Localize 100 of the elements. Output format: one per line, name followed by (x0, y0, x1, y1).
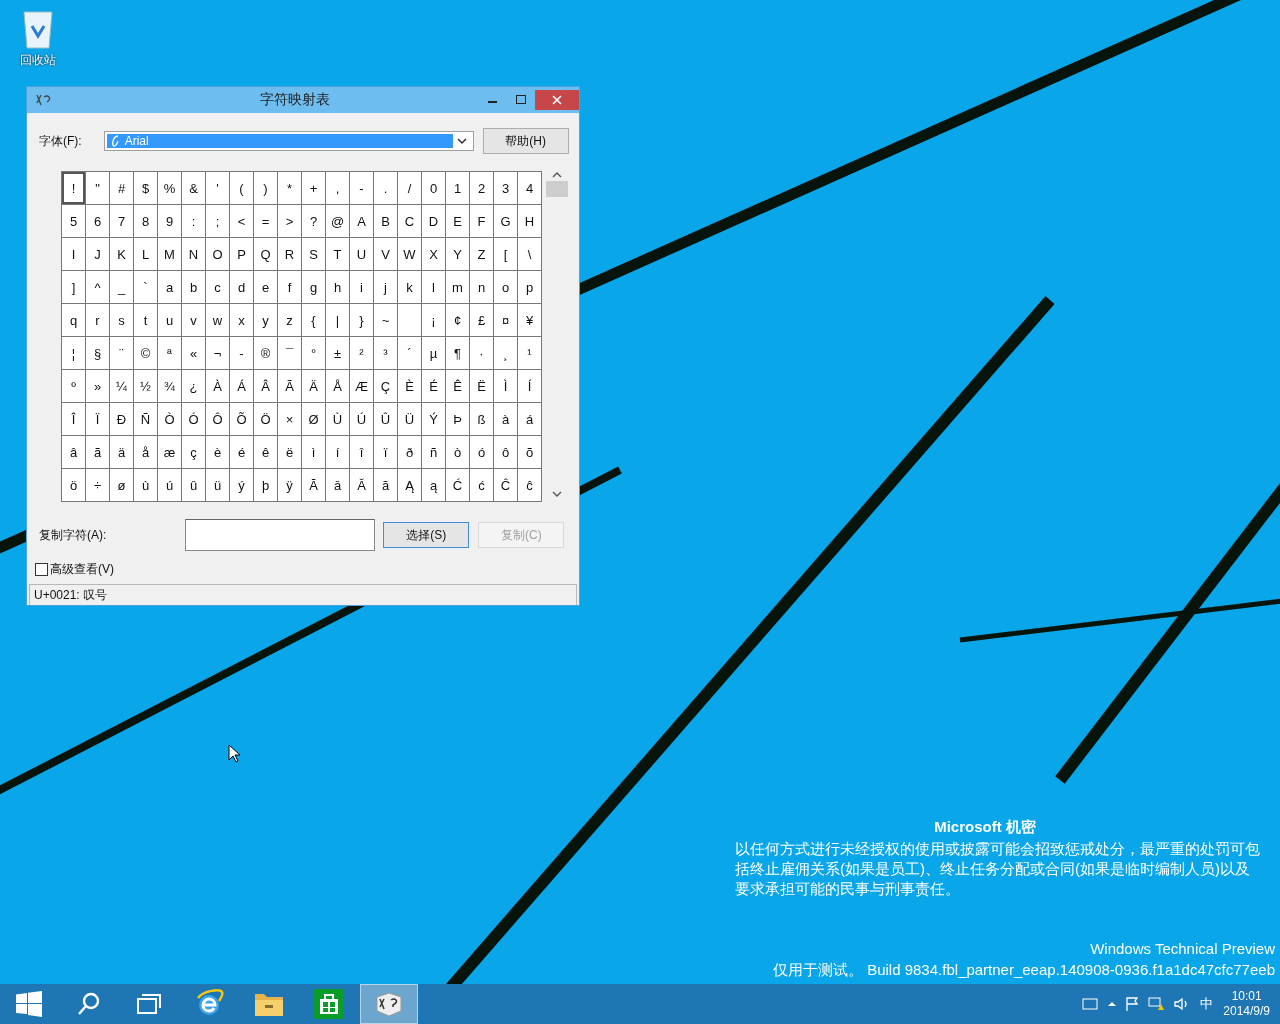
character-cell[interactable]: £ (470, 304, 494, 337)
character-cell[interactable]: » (86, 370, 110, 403)
character-cell[interactable] (398, 304, 422, 337)
character-cell[interactable]: Q (254, 238, 278, 271)
character-cell[interactable]: $ (134, 172, 158, 205)
character-cell[interactable]: ; (206, 205, 230, 238)
character-cell[interactable]: [ (494, 238, 518, 271)
character-cell[interactable]: ā (326, 469, 350, 502)
character-cell[interactable]: ô (494, 436, 518, 469)
character-cell[interactable]: f (278, 271, 302, 304)
character-cell[interactable]: ¹ (518, 337, 542, 370)
character-cell[interactable]: y (254, 304, 278, 337)
character-cell[interactable]: 8 (134, 205, 158, 238)
character-cell[interactable]: Ã (278, 370, 302, 403)
character-cell[interactable]: « (182, 337, 206, 370)
character-cell[interactable]: À (206, 370, 230, 403)
character-cell[interactable]: l (422, 271, 446, 304)
character-cell[interactable]: ç (182, 436, 206, 469)
character-cell[interactable]: ( (230, 172, 254, 205)
character-cell[interactable]: ? (302, 205, 326, 238)
caret-up-icon[interactable] (1108, 1001, 1117, 1007)
character-cell[interactable]: ® (254, 337, 278, 370)
character-cell[interactable]: A (350, 205, 374, 238)
character-cell[interactable]: K (110, 238, 134, 271)
character-cell[interactable]: Ï (86, 403, 110, 436)
character-cell[interactable]: ê (254, 436, 278, 469)
character-cell[interactable]: ~ (374, 304, 398, 337)
character-cell[interactable]: _ (110, 271, 134, 304)
character-cell[interactable]: ¬ (206, 337, 230, 370)
character-cell[interactable]: º (62, 370, 86, 403)
character-cell[interactable]: 1 (446, 172, 470, 205)
character-cell[interactable]: 5 (62, 205, 86, 238)
character-cell[interactable]: G (494, 205, 518, 238)
character-cell[interactable]: ¥ (518, 304, 542, 337)
character-cell[interactable]: n (470, 271, 494, 304)
character-cell[interactable]: Û (374, 403, 398, 436)
character-cell[interactable]: õ (518, 436, 542, 469)
character-cell[interactable]: ' (206, 172, 230, 205)
character-cell[interactable]: ö (62, 469, 86, 502)
character-cell[interactable]: L (134, 238, 158, 271)
character-cell[interactable]: è (206, 436, 230, 469)
character-cell[interactable]: ð (398, 436, 422, 469)
character-cell[interactable]: ą (422, 469, 446, 502)
character-cell[interactable]: í (326, 436, 350, 469)
character-cell[interactable]: ^ (86, 271, 110, 304)
character-cell[interactable]: - (230, 337, 254, 370)
character-cell[interactable]: F (470, 205, 494, 238)
character-cell[interactable]: } (350, 304, 374, 337)
character-cell[interactable]: Ä (302, 370, 326, 403)
character-cell[interactable]: Æ (350, 370, 374, 403)
character-cell[interactable]: Ç (374, 370, 398, 403)
character-cell[interactable]: µ (422, 337, 446, 370)
character-cell[interactable]: H (518, 205, 542, 238)
character-cell[interactable]: | (326, 304, 350, 337)
character-cell[interactable]: : (182, 205, 206, 238)
character-cell[interactable]: é (230, 436, 254, 469)
character-cell[interactable]: ) (254, 172, 278, 205)
character-cell[interactable]: ĉ (518, 469, 542, 502)
character-cell[interactable]: ă (374, 469, 398, 502)
character-cell[interactable]: Ñ (134, 403, 158, 436)
character-cell[interactable]: > (278, 205, 302, 238)
scroll-down-icon[interactable] (552, 490, 562, 498)
character-cell[interactable]: Ā (302, 469, 326, 502)
character-cell[interactable]: ÿ (278, 469, 302, 502)
character-cell[interactable]: ß (470, 403, 494, 436)
character-cell[interactable]: ´ (398, 337, 422, 370)
character-cell[interactable]: ¢ (446, 304, 470, 337)
character-cell[interactable]: × (278, 403, 302, 436)
character-cell[interactable]: ÷ (86, 469, 110, 502)
character-cell[interactable]: m (446, 271, 470, 304)
character-cell[interactable]: q (62, 304, 86, 337)
character-cell[interactable]: " (86, 172, 110, 205)
character-cell[interactable]: I (62, 238, 86, 271)
character-cell[interactable]: ć (470, 469, 494, 502)
scrollbar-thumb[interactable] (546, 181, 568, 197)
character-cell[interactable]: 0 (422, 172, 446, 205)
character-cell[interactable]: ] (62, 271, 86, 304)
character-cell[interactable]: ¯ (278, 337, 302, 370)
character-cell[interactable]: æ (158, 436, 182, 469)
character-cell[interactable]: Ø (302, 403, 326, 436)
character-cell[interactable]: = (254, 205, 278, 238)
character-cell[interactable]: 2 (470, 172, 494, 205)
character-cell[interactable]: Ó (182, 403, 206, 436)
character-cell[interactable]: O (206, 238, 230, 271)
character-cell[interactable]: @ (326, 205, 350, 238)
character-cell[interactable]: Î (62, 403, 86, 436)
character-cell[interactable]: Å (326, 370, 350, 403)
character-cell[interactable]: ó (470, 436, 494, 469)
character-cell[interactable]: # (110, 172, 134, 205)
character-cell[interactable]: ì (302, 436, 326, 469)
character-cell[interactable]: ï (374, 436, 398, 469)
character-cell[interactable]: x (230, 304, 254, 337)
character-cell[interactable]: ø (110, 469, 134, 502)
character-cell[interactable]: ³ (374, 337, 398, 370)
character-cell[interactable]: a (158, 271, 182, 304)
character-cell[interactable]: w (206, 304, 230, 337)
character-cell[interactable]: * (278, 172, 302, 205)
character-cell[interactable]: e (254, 271, 278, 304)
character-cell[interactable]: þ (254, 469, 278, 502)
character-cell[interactable]: È (398, 370, 422, 403)
